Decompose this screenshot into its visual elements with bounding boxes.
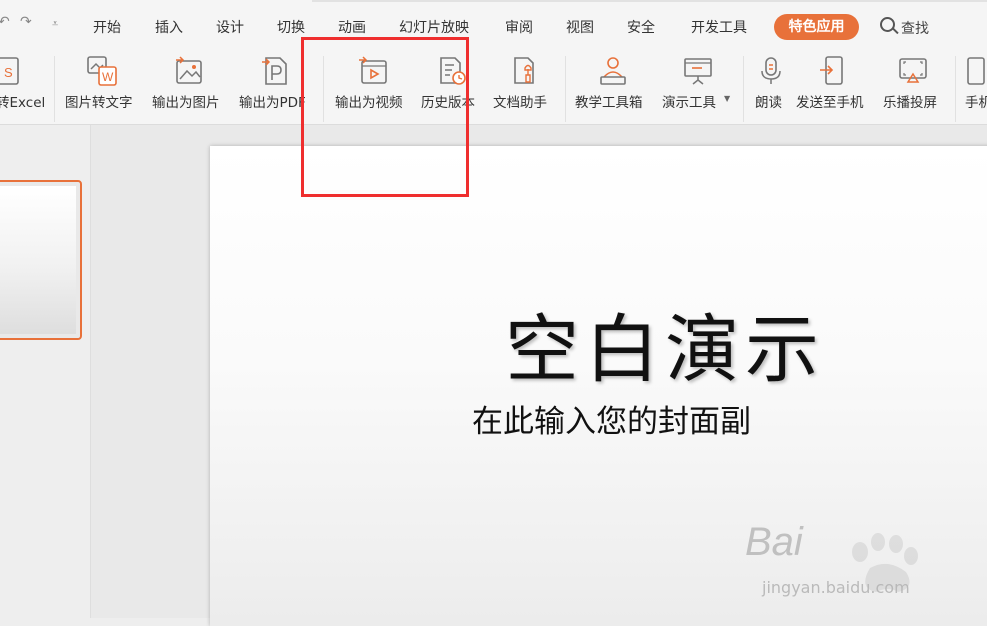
slide-thumbnail-preview: [0, 186, 76, 334]
export-image-label: 输出为图片: [152, 95, 220, 111]
search-label[interactable]: 查找: [901, 18, 929, 38]
to-excel-button[interactable]: S 转Excel: [0, 52, 46, 124]
tab-insert[interactable]: 插入: [155, 17, 183, 37]
teaching-toolbox-button[interactable]: 教学工具箱: [572, 52, 654, 124]
tab-animation[interactable]: 动画: [338, 17, 366, 37]
annotation-highlight-box: [301, 37, 469, 197]
presentation-tools-label: 演示工具: [662, 95, 716, 111]
export-pdf-label: 输出为PDF: [239, 95, 306, 111]
slide-subtitle[interactable]: 在此输入您的封面副: [472, 396, 751, 441]
image-to-text-button[interactable]: W 图片转文字: [62, 52, 144, 124]
tab-special-apps[interactable]: 特色应用: [774, 14, 859, 40]
document-assistant-icon: [514, 57, 534, 84]
read-aloud-button[interactable]: 朗读: [750, 52, 792, 124]
tab-review[interactable]: 审阅: [505, 17, 533, 37]
ribbon-divider: [565, 56, 566, 122]
chevron-down-icon[interactable]: ⩡: [52, 17, 58, 31]
to-excel-label: 转Excel: [0, 95, 46, 111]
tab-developer[interactable]: 开发工具: [691, 17, 747, 37]
redo-icon[interactable]: ↷: [20, 14, 32, 30]
tab-home[interactable]: 开始: [93, 17, 121, 37]
image-to-text-label: 图片转文字: [65, 95, 133, 111]
watermark-url: jingyan.baidu.com: [762, 578, 910, 597]
menu-bar: ↶ ↷ ⩡ 开始 插入 设计 切换 动画 幻灯片放映 审阅 视图 安全 开发工具…: [0, 0, 987, 52]
document-assistant-button[interactable]: 文档助手: [490, 52, 560, 124]
dropdown-arrow-icon[interactable]: ▼: [724, 94, 730, 103]
svg-text:W: W: [102, 70, 114, 84]
document-assistant-label: 文档助手: [493, 95, 547, 111]
export-pdf-icon: [262, 57, 287, 85]
screen-cast-icon: [899, 58, 927, 83]
read-aloud-label: 朗读: [755, 95, 782, 111]
tab-slideshow[interactable]: 幻灯片放映: [399, 17, 469, 37]
read-aloud-icon: [761, 57, 781, 84]
screen-cast-button[interactable]: 乐播投屏: [880, 52, 950, 124]
slide-thumbnail[interactable]: [0, 180, 82, 340]
presentation-tools-icon: [684, 58, 712, 85]
export-image-icon: [176, 56, 202, 84]
ribbon-divider: [54, 56, 55, 122]
phone-label: 手机: [965, 95, 987, 111]
phone-icon: [967, 57, 985, 85]
search-icon[interactable]: [880, 17, 895, 32]
send-to-phone-icon: [820, 56, 843, 85]
tab-security[interactable]: 安全: [627, 17, 655, 37]
presentation-tools-button[interactable]: 演示工具 ▼: [660, 52, 736, 124]
tab-design[interactable]: 设计: [216, 17, 244, 37]
ribbon-divider: [955, 56, 956, 122]
export-image-button[interactable]: 输出为图片: [148, 52, 230, 124]
svg-text:S: S: [4, 65, 13, 80]
screen-cast-label: 乐播投屏: [883, 95, 937, 111]
teaching-toolbox-label: 教学工具箱: [575, 95, 643, 111]
teaching-toolbox-icon: [600, 57, 626, 85]
tab-transitions[interactable]: 切换: [277, 17, 305, 37]
send-to-phone-button[interactable]: 发送至手机: [794, 52, 876, 124]
tab-view[interactable]: 视图: [566, 17, 594, 37]
watermark-brand: Bai: [745, 520, 803, 564]
undo-icon[interactable]: ↶: [0, 14, 10, 30]
ribbon-toolbar: S 转Excel W 图片转文字 输出为图片 输出为PDF 输出为视频 历史版本…: [0, 52, 987, 125]
phone-button[interactable]: 手机: [962, 52, 987, 124]
send-to-phone-label: 发送至手机: [796, 95, 864, 111]
ribbon-divider: [743, 56, 744, 122]
image-to-text-icon: W: [87, 56, 117, 86]
window-top-border: [312, 0, 987, 2]
excel-convert-icon: S: [0, 57, 19, 85]
slide-title[interactable]: 空白演示: [505, 290, 825, 397]
